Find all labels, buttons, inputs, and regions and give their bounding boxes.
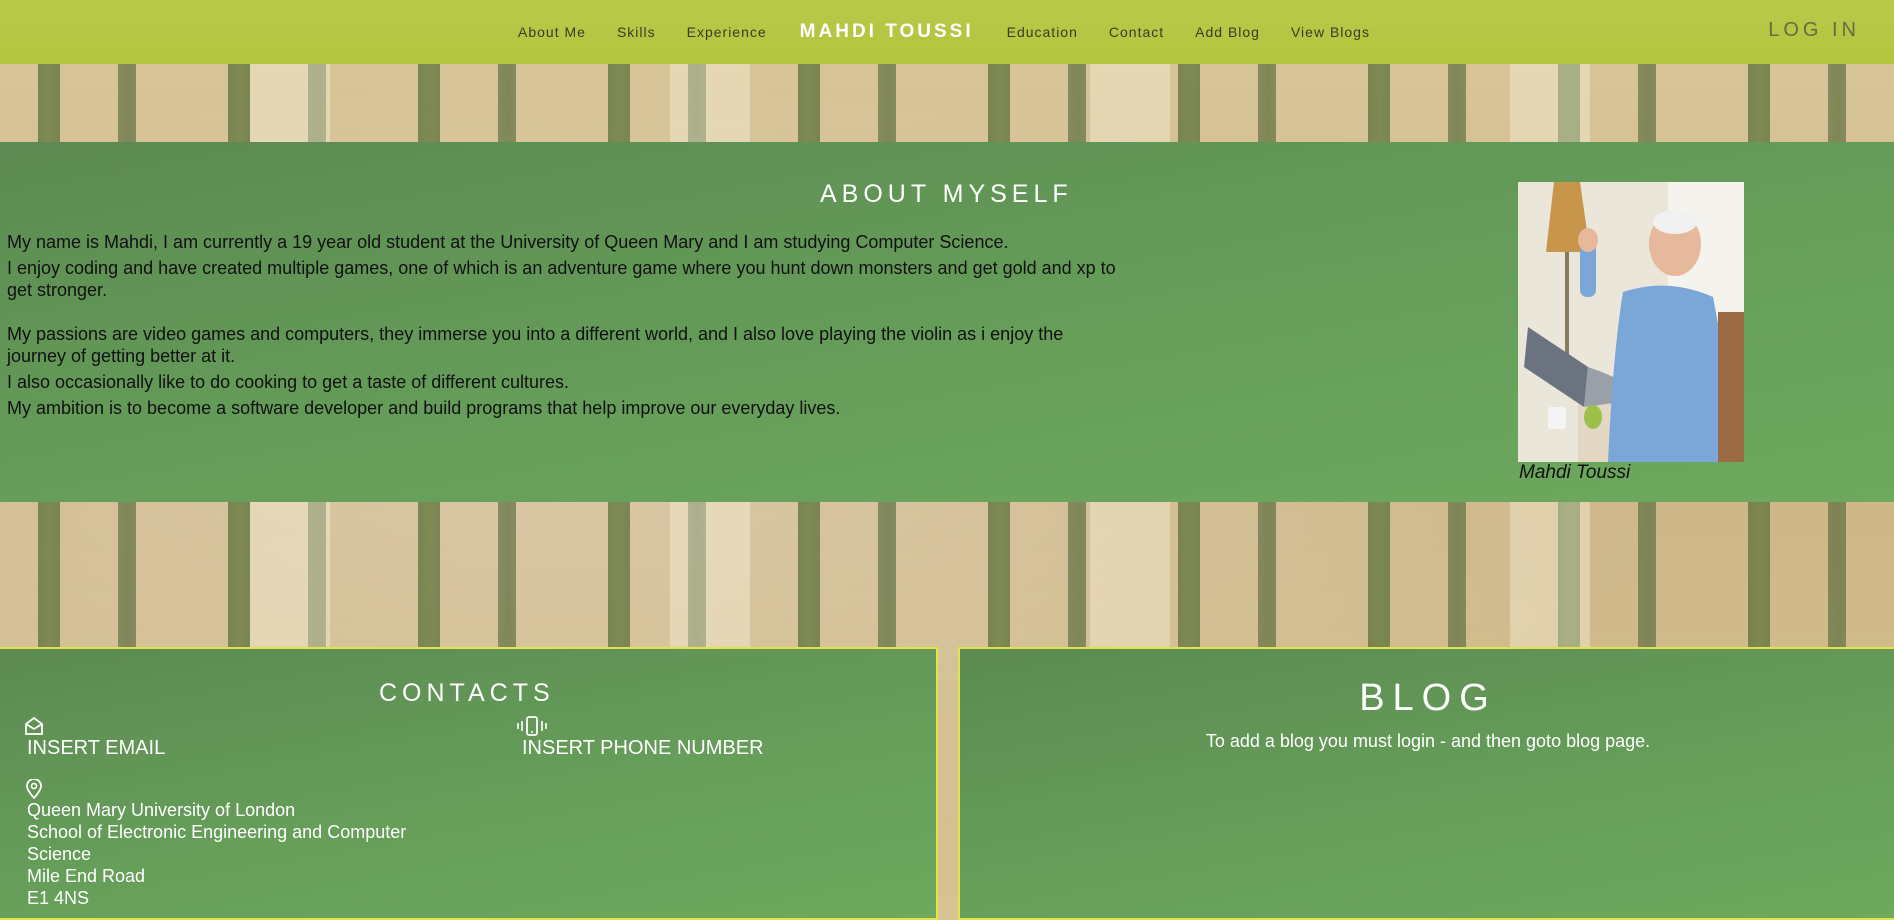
address-line: E1 4NS [27,888,90,908]
address-block: Queen Mary University of London School o… [27,799,447,909]
nav-add-blog[interactable]: Add Blog [1195,24,1260,40]
address-line: Queen Mary University of London [27,800,296,820]
phone-text[interactable]: INSERT PHONE NUMBER [522,737,764,760]
contacts-title: CONTACTS [379,679,555,707]
nav-skills[interactable]: Skills [617,24,656,40]
blog-title: BLOG [1359,677,1497,719]
about-paragraph: My ambition is to become a software deve… [7,398,841,418]
about-text: My name is Mahdi, I am currently a 19 ye… [7,231,1137,423]
blog-message: To add a blog you must login - and then … [1205,731,1651,751]
about-title: ABOUT MYSELF [820,180,1073,208]
blog-section: BLOG To add a blog you must login - and … [958,647,1894,920]
about-paragraph: My passions are video games and computer… [7,324,1064,366]
about-section: ABOUT MYSELF My name is Mahdi, I am curr… [0,142,1894,502]
nav-about-me[interactable]: About Me [518,24,586,40]
nav-view-blogs[interactable]: View Blogs [1291,24,1370,40]
nav-links: About Me Skills Experience MAHDI TOUSSI … [518,21,1370,43]
about-paragraph: My name is Mahdi, I am currently a 19 ye… [7,232,1009,252]
top-navbar: About Me Skills Experience MAHDI TOUSSI … [0,0,1894,64]
about-paragraph: I also occasionally like to do cooking t… [7,372,569,392]
email-text[interactable]: INSERT EMAIL [27,737,165,760]
address-line: Mile End Road [27,866,146,886]
profile-photo-illustration [1518,182,1744,462]
nav-experience[interactable]: Experience [687,24,767,40]
contacts-section: CONTACTS INSERT EMAIL INSERT PHONE NUMBE… [0,647,938,920]
brand-name[interactable]: MAHDI TOUSSI [800,21,974,43]
photo-caption: Mahdi Toussi [1519,462,1631,483]
nav-contact[interactable]: Contact [1109,24,1164,40]
address-line: School of Electronic Engineering and Com… [27,822,407,864]
profile-photo [1518,182,1744,462]
about-paragraph: I enjoy coding and have created multiple… [7,258,1116,300]
nav-education[interactable]: Education [1007,24,1078,40]
login-link[interactable]: LOG IN [1768,19,1860,42]
